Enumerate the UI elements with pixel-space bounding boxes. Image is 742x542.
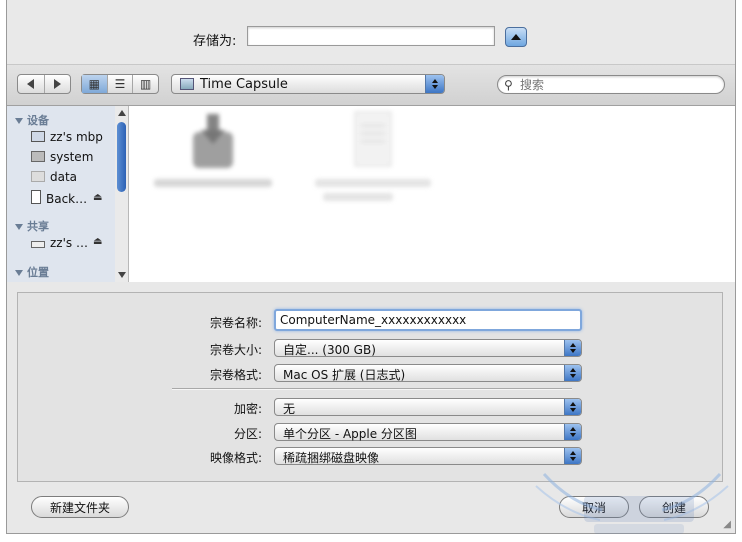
volume-size-value: 自定... (300 GB) [283,343,376,357]
partitions-select[interactable]: 单个分区 - Apple 分区图 [274,423,582,441]
disk-icon [31,151,45,162]
options-panel: 宗卷名称: ComputerName_xxxxxxxxxxxx 宗卷大小: 自定… [7,282,735,482]
sidebar-section-shared[interactable]: 共享 [15,218,49,234]
encryption-value: 无 [283,402,296,416]
save-as-bar: 存储为: [7,0,735,64]
options-box: 宗卷名称: ComputerName_xxxxxxxxxxxx 宗卷大小: 自定… [17,292,723,482]
sidebar-section-devices[interactable]: 设备 [15,112,49,128]
volume-format-value: Mac OS 扩展 (日志式) [283,368,406,382]
image-format-value: 稀疏捆绑磁盘映像 [283,451,380,465]
partitions-label: 分区: [233,427,262,441]
chevron-up-icon [511,34,521,40]
forward-arrow-icon [53,79,61,89]
scrollbar-thumb[interactable] [117,122,126,192]
file-browser: 设备 zz's mbp system data Back… ⏏ 共享 zz's … [7,105,735,283]
partitions-value: 单个分区 - Apple 分区图 [283,427,417,441]
sidebar-item-server[interactable]: zz's … [31,236,88,250]
search-input[interactable] [518,77,712,93]
volume-name-label: 宗卷名称: [209,316,262,330]
drive-icon [31,190,41,204]
eject-icon[interactable]: ⏏ [93,236,102,247]
popup-arrows-icon [425,75,444,93]
popup-arrows-icon [564,340,581,356]
encryption-label: 加密: [233,402,262,416]
search-field[interactable]: ⚲ [497,75,725,94]
back-forward-control [17,74,71,94]
volume-name-field[interactable]: ComputerName_xxxxxxxxxxxx [274,309,582,331]
column-view-button[interactable]: ▥ [133,75,158,93]
server-icon [31,241,45,248]
image-format-select[interactable]: 稀疏捆绑磁盘映像 [274,447,582,465]
icon-view-icon: ▦ [88,77,100,91]
popup-arrows-icon [564,365,581,381]
blurred-drive-icon [193,114,233,168]
divider [172,388,572,390]
blurred-document-icon [354,111,392,167]
eject-icon[interactable]: ⏏ [93,192,102,203]
file-item[interactable] [313,110,433,201]
volume-format-label: 宗卷格式: [209,368,262,382]
location-popup[interactable]: Time Capsule [171,74,445,94]
new-folder-button[interactable]: 新建文件夹 [31,496,129,518]
back-button[interactable] [18,75,45,93]
save-as-field[interactable] [247,26,495,46]
volume-size-label: 宗卷大小: [209,343,262,357]
sidebar-item-system[interactable]: system [31,150,93,164]
volume-format-select[interactable]: Mac OS 扩展 (日志式) [274,364,582,382]
save-dialog: 存储为: ▦ ☰ ▥ Time Capsule ⚲ 设备 zz's mbp [6,0,736,534]
icon-view-button[interactable]: ▦ [82,75,108,93]
sidebar-item-backup[interactable]: Back… [31,190,87,206]
file-item[interactable] [153,110,273,187]
scroll-down-arrow-icon[interactable] [118,272,126,278]
volume-size-select[interactable]: 自定... (300 GB) [274,339,582,357]
time-capsule-icon [180,78,194,90]
popup-arrows-icon [564,448,581,464]
list-view-icon: ☰ [114,77,126,91]
scroll-up-arrow-icon[interactable] [118,110,126,116]
location-label: Time Capsule [200,77,288,92]
sidebar: 设备 zz's mbp system data Back… ⏏ 共享 zz's … [7,106,115,282]
disclosure-triangle-icon [15,270,23,276]
popup-arrows-icon [564,399,581,415]
column-view-icon: ▥ [140,77,152,91]
sidebar-section-places[interactable]: 位置 [15,264,49,280]
volume-name-value: ComputerName_xxxxxxxxxxxx [280,313,467,327]
popup-arrows-icon [564,424,581,440]
sidebar-item-data[interactable]: data [31,170,77,184]
blurred-file-label [154,179,272,187]
search-icon: ⚲ [504,78,513,92]
sidebar-item-mbp[interactable]: zz's mbp [31,130,103,144]
disclosure-triangle-icon [15,224,23,230]
collapse-dialog-button[interactable] [505,27,527,47]
blurred-file-label [323,193,393,201]
back-arrow-icon [27,79,35,89]
toolbar: ▦ ☰ ▥ Time Capsule ⚲ [7,64,735,105]
save-as-label: 存储为: [193,34,237,49]
sidebar-scrollbar[interactable] [115,106,129,282]
list-view-button[interactable]: ☰ [108,75,134,93]
disk-icon [31,171,45,182]
forward-button[interactable] [45,75,71,93]
laptop-icon [31,131,45,142]
image-format-label: 映像格式: [209,451,262,465]
encryption-select[interactable]: 无 [274,398,582,416]
disclosure-triangle-icon [15,118,23,124]
view-mode-control: ▦ ☰ ▥ [81,74,159,94]
blurred-file-label [315,179,431,187]
watermark-logo [535,472,729,534]
